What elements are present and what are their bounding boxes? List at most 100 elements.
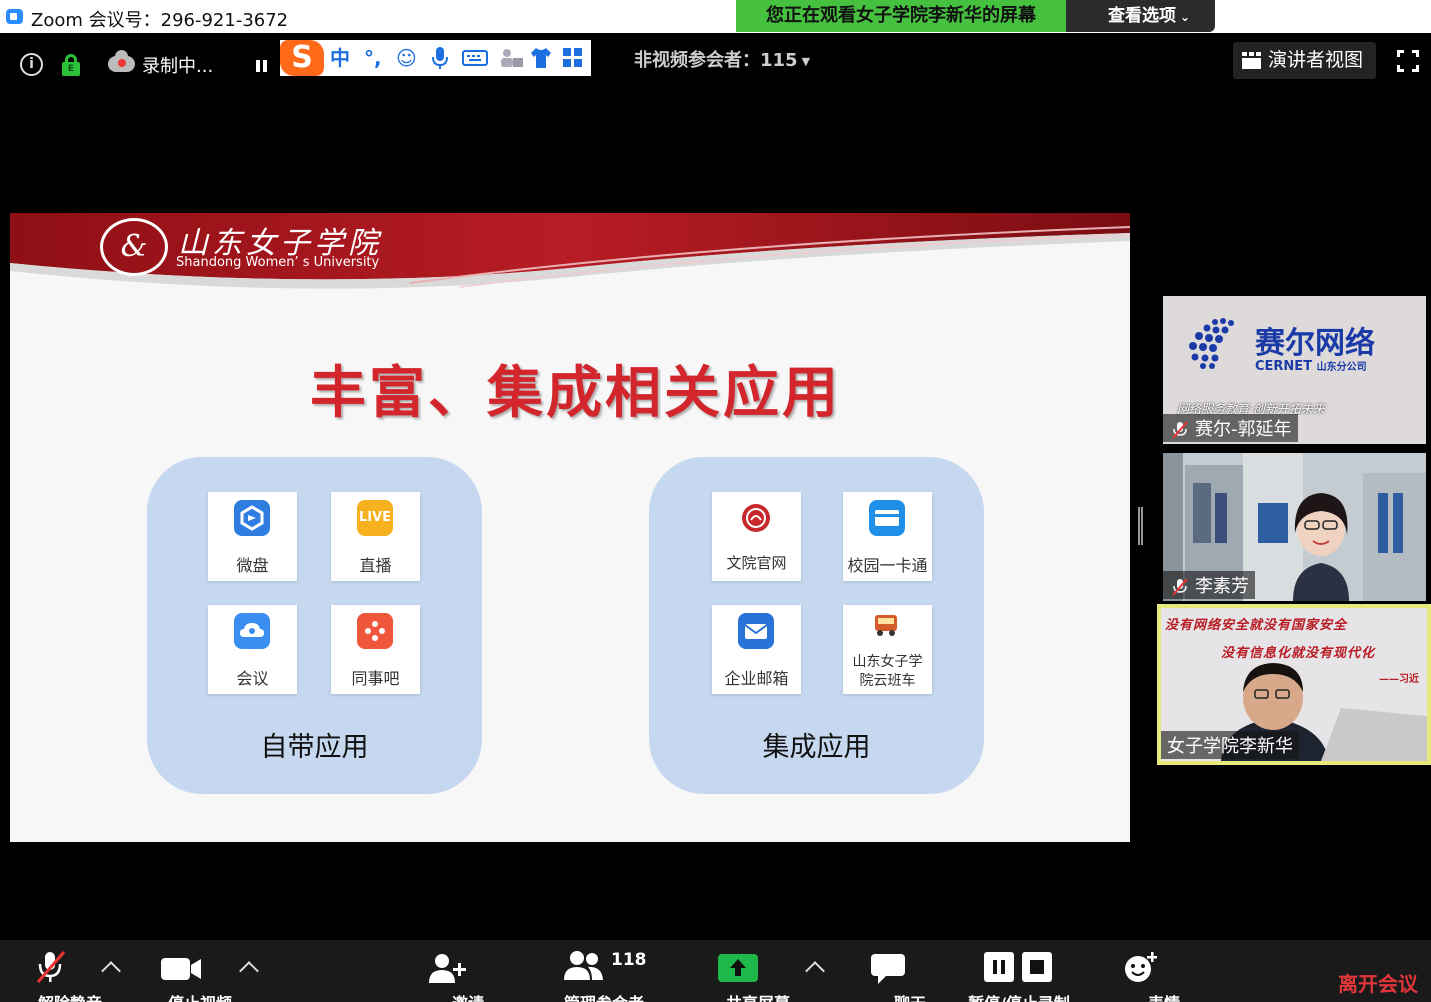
fullscreen-icon[interactable] (1397, 50, 1419, 72)
app-label: 同事吧 (351, 669, 400, 688)
participant-video-cernet[interactable]: 赛尔网络 CERNET 山东分公司 网络服务教育·创新开拓未来 赛尔-郭延年 (1163, 296, 1426, 444)
share-screen-button[interactable]: 共享屏幕 (718, 940, 790, 1002)
splitter-handle[interactable] (1138, 507, 1143, 545)
ime-chinese-mode-icon[interactable]: 中 (330, 46, 350, 70)
app-tile-mail: 企业邮箱 (712, 605, 801, 694)
ime-punctuation-icon[interactable]: °, (364, 46, 382, 70)
non-video-label: 非视频参会者：115 (634, 50, 798, 71)
app-tile-campus-card: 校园一卡通 (843, 492, 932, 581)
zoom-window: Zoom 会议号：296-921-3672 您正在观看女子学院李新华的屏幕 查看… (0, 0, 1431, 1002)
ime-voice-icon[interactable] (430, 46, 450, 75)
app-tile-cloud-bus: 山东女子学 院云班车 (843, 605, 932, 694)
manage-participants-label: 管理参会者 (524, 990, 684, 1002)
speaker-view-label: 演讲者视图 (1268, 49, 1364, 71)
non-video-participants[interactable]: 非视频参会者：115 ▼ (634, 46, 810, 72)
app-label: 微盘 (236, 556, 269, 575)
app-tile-live: LIVE 直播 (331, 492, 420, 581)
speaker-view-button[interactable]: 演讲者视图 (1233, 42, 1376, 79)
muted-mic-icon (1172, 421, 1188, 439)
ime-keyboard-icon[interactable] (462, 46, 488, 75)
app-label: 会议 (236, 669, 269, 688)
muted-mic-icon (36, 951, 66, 983)
share-options-caret[interactable] (805, 940, 828, 1002)
integrated-apps-panel: 文院官网 校园一卡通 企业邮箱 山东女子学 院云班车 集成应用 (649, 457, 984, 794)
chat-icon (871, 954, 905, 984)
speaker-view-icon (1242, 52, 1262, 69)
app-label: 山东女子学 院云班车 (843, 653, 932, 691)
slide-headline: 丰富、集成相关应用 (310, 360, 841, 426)
view-options-label: 查看选项 (1108, 6, 1176, 26)
smiley-plus-icon (1125, 952, 1157, 982)
add-user-icon (429, 954, 466, 983)
mail-icon (738, 613, 774, 649)
ime-emoji-icon[interactable]: ☺ (396, 46, 417, 70)
manage-participants-button[interactable]: 管理参会者 (564, 940, 644, 1002)
app-label-line1: 山东女子学 (852, 654, 923, 670)
participant-video-li-sufang[interactable]: 李素芳 (1163, 453, 1426, 601)
app-label: 企业邮箱 (724, 669, 789, 688)
reactions-label: 表情 (1084, 990, 1244, 1002)
meeting-icon (234, 613, 270, 649)
screen-share-banner: 您正在观看女子学院李新华的屏幕 (736, 0, 1066, 32)
cernet-name-cn: 赛尔网络 (1255, 326, 1375, 361)
info-icon[interactable]: i (20, 53, 43, 76)
live-icon: LIVE (357, 500, 393, 536)
cloud-recording-icon[interactable] (108, 50, 135, 72)
colleague-icon (357, 613, 393, 649)
bus-icon (869, 607, 905, 643)
app-tile-weipan: 微盘 (208, 492, 297, 581)
participants-icon (564, 951, 603, 980)
app-label: 直播 (359, 556, 392, 575)
cloud-disk-icon (234, 500, 270, 536)
pause-stop-icon (984, 952, 1052, 982)
cernet-en-sub: 山东分公司 (1316, 362, 1367, 373)
reactions-button[interactable]: 表情 (1124, 940, 1180, 1002)
cernet-logo-icon (1189, 318, 1234, 369)
shared-screen-slide: & 山东女子学院 Shandong Women’ s University 丰富… (10, 213, 1130, 842)
app-label-line2: 院云班车 (859, 673, 916, 689)
caret-down-icon: ▼ (801, 54, 811, 68)
participant-count-badge: 118 (611, 950, 647, 970)
builtin-apps-panel: 微盘 LIVE 直播 会议 同事吧 自带应用 (147, 457, 482, 794)
share-screen-icon (718, 954, 758, 982)
video-camera-icon (161, 958, 201, 980)
leave-meeting-button[interactable]: 离开会议 (1338, 968, 1418, 997)
school-seal-icon: & (100, 218, 168, 276)
ime-toolbox-icon[interactable] (562, 46, 584, 75)
zoom-logo-icon (6, 9, 23, 24)
app-tile-school-website: 文院官网 (712, 492, 801, 581)
panel-title: 集成应用 (762, 732, 871, 763)
ime-user-icon[interactable] (498, 46, 524, 75)
pause-recording-icon[interactable] (256, 60, 267, 72)
title-bar: Zoom 会议号：296-921-3672 (0, 0, 1431, 33)
caret-up-icon (239, 961, 259, 981)
caret-up-icon (805, 961, 825, 981)
recording-status[interactable]: 录制中... (142, 52, 213, 78)
cernet-en-main: CERNET (1255, 359, 1313, 374)
muted-mic-icon (1172, 578, 1188, 596)
stop-video-button[interactable]: 停止视频 (160, 940, 232, 1002)
app-label: 文院官网 (726, 554, 787, 572)
caret-up-icon (101, 961, 121, 981)
ime-skin-icon[interactable] (530, 46, 552, 75)
encryption-lock-icon[interactable]: E (62, 54, 80, 76)
video-options-caret[interactable] (239, 940, 262, 1002)
campus-card-icon (869, 500, 905, 536)
unmute-button[interactable]: 解除静音 (30, 940, 102, 1002)
panel-title: 自带应用 (260, 732, 369, 763)
school-seal-icon (738, 500, 774, 536)
app-label: 校园一卡通 (847, 556, 928, 575)
active-speaker-border (1157, 604, 1431, 765)
chat-button[interactable]: 聊天 (870, 940, 926, 1002)
view-options-button[interactable]: 查看选项 ⌄ (1066, 0, 1215, 32)
school-name-en: Shandong Women’ s University (176, 255, 380, 270)
pause-stop-recording-label: 暂停/停止录制 (939, 990, 1099, 1002)
chevron-down-icon: ⌄ (1180, 10, 1191, 24)
ime-toolbar: S 中 °, ☺ (280, 40, 591, 76)
window-title: Zoom 会议号：296-921-3672 (31, 10, 289, 31)
app-tile-meeting: 会议 (208, 605, 297, 694)
invite-button[interactable]: 邀请 (428, 940, 484, 1002)
sogou-logo-icon[interactable]: S (280, 40, 324, 76)
pause-stop-recording-button[interactable]: 暂停/停止录制 (968, 940, 1070, 1002)
cernet-name-en: CERNET 山东分公司 (1255, 358, 1367, 374)
